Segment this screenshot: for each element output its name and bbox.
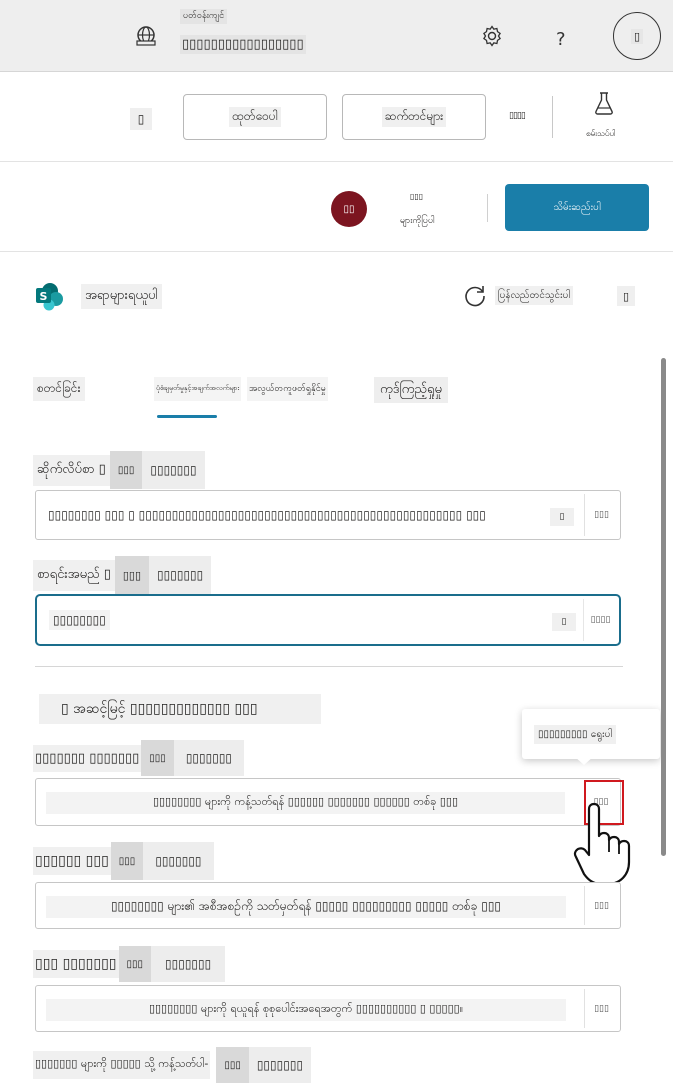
avatar-label: ▯ <box>630 28 644 44</box>
publish-button[interactable]: ထုတ်ဝေပါ <box>183 94 327 140</box>
toolbar-divider <box>552 96 553 138</box>
filter-query-label-row: ▯▯▯▯▯▯▯ ▯▯▯▯▯▯▯ ▯▯▯ ▯▯▯▯▯▯▯ <box>33 740 245 776</box>
type-badge: ▯▯▯▯▯▯▯ <box>151 946 226 982</box>
save-button[interactable]: သိမ်းဆည်းပါ <box>505 184 649 231</box>
optional-badge: ▯▯▯ <box>141 740 174 776</box>
required-badge: ▯▯▯ <box>109 451 143 489</box>
tooltip-text: ▯▯▯▯▯▯▯▯▯ ရွေးပါ <box>534 725 617 744</box>
top-bar: ပတ်ဝန်းကျင် ▯▯▯▯▯▯▯▯▯▯▯▯▯▯▯▯▯ ? ▯ <box>0 0 673 72</box>
tab-code-view[interactable]: ကုဒ်ကြည့်ရှုမှု <box>374 377 448 403</box>
type-badge: ▯▯▯▯▯▯▯ <box>142 451 205 489</box>
tooltip: ▯▯▯▯▯▯▯▯▯ ရွေးပါ <box>522 709 660 759</box>
list-name-label-row: စာရင်းအမည် ▯ ▯▯▯ ▯▯▯▯▯▯▯ <box>33 556 212 594</box>
connector-name: အရာများရယူပါ <box>81 284 162 309</box>
filter-query-field[interactable]: ▯▯▯▯▯▯▯▯ များကို ကန့်သတ်ရန် ▯▯▯▯▯▯ ▯▯▯▯▯… <box>35 778 621 826</box>
environment-globe-icon <box>136 26 156 46</box>
tab-accessibility[interactable]: အလွယ်တကူဖတ်ရှုနိုင်မှု <box>247 377 328 401</box>
filter-query-placeholder: ▯▯▯▯▯▯▯▯ များကို ကန့်သတ်ရန် ▯▯▯▯▯▯ ▯▯▯▯▯… <box>46 792 565 814</box>
list-name-clear-icon[interactable]: ▯ <box>552 613 576 631</box>
order-by-placeholder: ▯▯▯▯▯▯▯▯ များ၏ အစီအစဉ်ကို သတ်မှတ်ရန် ▯▯▯… <box>46 896 566 918</box>
list-name-field[interactable]: ▯▯▯▯▯▯▯▯ ▯ ▯▯▯▯ <box>35 594 621 646</box>
type-badge: ▯▯▯▯▯▯▯ <box>149 556 212 594</box>
svg-text:S: S <box>40 290 48 303</box>
close-button[interactable]: ▯ <box>617 286 635 306</box>
top-count-label-row: ▯▯▯ ▯▯▯▯▯▯▯ ▯▯▯ ▯▯▯▯▯▯▯ <box>33 946 226 982</box>
settings-gear-icon[interactable] <box>480 24 504 48</box>
refresh-icon[interactable] <box>462 283 488 309</box>
active-tab-indicator <box>157 415 217 418</box>
list-name-label: စာရင်းအမည် ▯ <box>33 559 115 591</box>
site-address-label: ဆိုက်လိပ်စာ ▯ <box>33 454 110 486</box>
type-badge: ▯▯▯▯▯▯▯ <box>248 1047 312 1083</box>
userbar-divider <box>487 194 488 222</box>
optional-badge: ▯▯▯ <box>216 1047 249 1083</box>
panel-scrollbar[interactable] <box>661 358 666 856</box>
limit-columns-label-row: ▯▯▯▯▯▯▯ များကို ▯▯▯▯▯ သို့ ကန့်သတ်ပါ- ▯▯… <box>33 1047 312 1083</box>
settings-button[interactable]: ဆက်တင်များ <box>342 94 486 140</box>
advanced-options-header[interactable]: ▯ အဆင့်မြင့် ▯▯▯▯▯▯▯▯▯▯▯▯▯ ▯▯▯ <box>39 694 321 724</box>
order-by-label: ▯▯▯▯▯▯ ▯▯▯ <box>33 847 111 875</box>
site-address-value: ▯▯▯▯▯▯▯▯ ▯▯▯ ▯ ▯▯▯▯▯▯▯▯▯▯▯▯▯▯▯▯▯▯▯▯▯▯▯▯▯… <box>48 508 486 522</box>
top-count-placeholder: ▯▯▯▯▯▯▯▯ များကို ရယူရန် စုစုပေါင်းအရေအတွ… <box>46 999 566 1021</box>
environment-name[interactable]: ▯▯▯▯▯▯▯▯▯▯▯▯▯▯▯▯▯ <box>180 35 306 54</box>
tooltip-arrow <box>574 756 594 765</box>
site-address-clear-icon[interactable]: ▯ <box>550 508 574 526</box>
test-label[interactable]: စမ်းသပ်ပါ <box>586 128 615 140</box>
user-avatar[interactable]: ▯▯ <box>331 191 367 227</box>
section-divider <box>35 666 623 667</box>
type-badge: ▯▯▯▯▯▯▯ <box>173 740 245 776</box>
user-name[interactable]: များကိုပြပါ <box>400 215 435 228</box>
profile-avatar[interactable]: ▯ <box>613 12 661 60</box>
site-address-field[interactable]: ▯▯▯▯▯▯▯▯ ▯▯▯ ▯ ▯▯▯▯▯▯▯▯▯▯▯▯▯▯▯▯▯▯▯▯▯▯▯▯▯… <box>35 490 621 540</box>
environment-caption: ပတ်ဝန်းကျင် <box>180 9 228 24</box>
order-by-button[interactable]: ▯▯▯ <box>584 886 618 925</box>
user-bar: ▯▯ ▯▯▯ များကိုပြပါ သိမ်းဆည်းပါ <box>0 162 673 252</box>
required-badge: ▯▯▯ <box>114 556 150 594</box>
list-name-value: ▯▯▯▯▯▯▯▯ <box>49 610 110 630</box>
top-count-field[interactable]: ▯▯▯▯▯▯▯▯ များကို ရယူရန် စုစုပေါင်းအရေအတွ… <box>35 985 621 1032</box>
back-button[interactable]: ▯ <box>130 108 152 130</box>
site-address-label-row: ဆိုက်လိပ်စာ ▯ ▯▯▯ ▯▯▯▯▯▯▯ <box>33 451 205 489</box>
top-count-label: ▯▯▯ ▯▯▯▯▯▯▯ <box>33 950 119 978</box>
tab-start[interactable]: စတင်ခြင်း <box>33 377 85 401</box>
more-button[interactable]: ▯▯▯▯ <box>509 111 526 121</box>
order-by-label-row: ▯▯▯▯▯▯ ▯▯▯ ▯▯▯ ▯▯▯▯▯▯▯ <box>33 842 214 880</box>
limit-columns-label: ▯▯▯▯▯▯▯ များကို ▯▯▯▯▯ သို့ ကန့်သတ်ပါ- <box>33 1051 211 1079</box>
hand-pointer-cursor-icon <box>573 802 631 882</box>
help-icon[interactable]: ? <box>556 29 566 50</box>
list-name-dropdown-button[interactable]: ▯▯▯▯ <box>583 599 617 641</box>
sharepoint-icon: S <box>36 283 63 311</box>
test-flask-icon[interactable] <box>593 90 615 116</box>
filter-query-label: ▯▯▯▯▯▯▯ ▯▯▯▯▯▯▯ <box>33 744 142 772</box>
command-toolbar: ▯ ထုတ်ဝေပါ ဆက်တင်များ ▯▯▯▯ စမ်းသပ်ပါ <box>0 72 673 162</box>
order-by-field[interactable]: ▯▯▯▯▯▯▯▯ များ၏ အစီအစဉ်ကို သတ်မှတ်ရန် ▯▯▯… <box>35 882 621 929</box>
user-top-text: ▯▯▯ <box>410 192 424 201</box>
optional-badge: ▯▯▯ <box>110 842 144 880</box>
optional-badge: ▯▯▯ <box>118 946 152 982</box>
settings-label: ဆက်တင်များ <box>381 107 447 127</box>
refresh-label[interactable]: ပြန်လည်တင်သွင်းပါ <box>495 286 574 305</box>
type-badge: ▯▯▯▯▯▯▯ <box>143 842 214 880</box>
top-count-button[interactable]: ▯▯▯ <box>584 989 618 1028</box>
site-address-dropdown-button[interactable]: ▯▯▯ <box>584 494 618 536</box>
tab-parameters[interactable]: ပုံစံချမှတ်မှုနှင့်အချက်အလက်များ <box>154 377 242 401</box>
publish-label: ထုတ်ဝေပါ <box>229 107 281 127</box>
